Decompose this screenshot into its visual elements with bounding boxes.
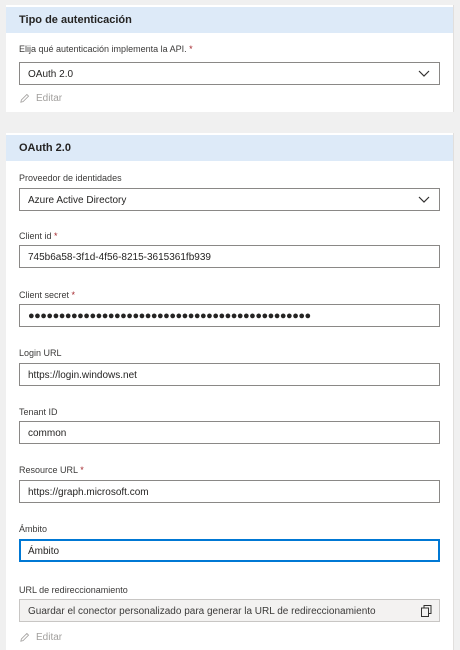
api-auth-dropdown[interactable]: OAuth 2.0: [19, 62, 440, 85]
identity-provider-dropdown[interactable]: Azure Active Directory: [19, 188, 440, 211]
client-secret-label: Client secret *: [19, 290, 76, 300]
scope-placeholder: Ámbito: [28, 546, 60, 557]
edit-oauth-label: Editar: [36, 632, 63, 643]
redirect-url-field: URL de redireccionamiento Guardar el con…: [19, 585, 440, 627]
tenant-id-field: Tenant ID common: [19, 407, 440, 449]
client-id-input[interactable]: 745b6a58-3f1d-4f56-8215-3615361fb939: [19, 245, 440, 268]
chevron-down-icon: [418, 70, 430, 77]
edit-oauth-button[interactable]: Editar: [19, 632, 62, 643]
login-url-field: Login URL https://login.windows.net: [19, 348, 440, 390]
client-id-field: Client id * 745b6a58-3f1d-4f56-8215-3615…: [19, 231, 440, 273]
pencil-icon: [20, 93, 30, 103]
copy-icon[interactable]: [421, 605, 432, 617]
scope-input[interactable]: Ámbito: [19, 539, 440, 562]
edit-auth-button[interactable]: Editar: [19, 93, 62, 104]
oauth-header: OAuth 2.0: [6, 133, 453, 161]
identity-provider-value: Azure Active Directory: [28, 195, 127, 206]
resource-url-label: Resource URL *: [19, 465, 84, 475]
auth-type-title: Tipo de autenticación: [19, 14, 132, 26]
redirect-url-label: URL de redireccionamiento: [19, 585, 128, 595]
client-id-label: Client id *: [19, 231, 58, 241]
redirect-url-value: Guardar el conector personalizado para g…: [28, 606, 376, 617]
identity-provider-field: Proveedor de identidades Azure Active Di…: [19, 173, 440, 218]
redirect-url-input: Guardar el conector personalizado para g…: [19, 599, 440, 622]
chevron-down-icon: [418, 196, 430, 203]
auth-type-panel: Tipo de autenticación Elija qué autentic…: [6, 5, 454, 112]
login-url-value: https://login.windows.net: [28, 370, 137, 381]
client-secret-field: Client secret * ●●●●●●●●●●●●●●●●●●●●●●●●…: [19, 290, 440, 332]
api-auth-field: Elija qué autenticación implementa la AP…: [19, 44, 440, 89]
client-secret-value: ●●●●●●●●●●●●●●●●●●●●●●●●●●●●●●●●●●●●●●●●…: [28, 310, 311, 322]
login-url-input[interactable]: https://login.windows.net: [19, 363, 440, 386]
api-auth-value: OAuth 2.0: [28, 69, 74, 80]
tenant-id-label: Tenant ID: [19, 407, 58, 417]
resource-url-value: https://graph.microsoft.com: [28, 487, 149, 498]
client-secret-input[interactable]: ●●●●●●●●●●●●●●●●●●●●●●●●●●●●●●●●●●●●●●●●…: [19, 304, 440, 327]
tenant-id-input[interactable]: common: [19, 421, 440, 444]
pencil-icon: [20, 632, 30, 642]
oauth-panel: OAuth 2.0 Proveedor de identidades Azure…: [6, 133, 454, 650]
tenant-id-value: common: [28, 428, 67, 439]
api-auth-label: Elija qué autenticación implementa la AP…: [19, 44, 193, 54]
resource-url-field: Resource URL * https://graph.microsoft.c…: [19, 465, 440, 507]
login-url-label: Login URL: [19, 348, 62, 358]
identity-provider-label: Proveedor de identidades: [19, 173, 122, 183]
scope-field: Ámbito Ámbito: [19, 524, 440, 566]
edit-auth-label: Editar: [36, 93, 63, 104]
auth-type-header: Tipo de autenticación: [6, 5, 453, 33]
client-id-value: 745b6a58-3f1d-4f56-8215-3615361fb939: [28, 252, 211, 263]
resource-url-input[interactable]: https://graph.microsoft.com: [19, 480, 440, 503]
oauth-title: OAuth 2.0: [19, 142, 71, 154]
scope-label: Ámbito: [19, 524, 48, 534]
